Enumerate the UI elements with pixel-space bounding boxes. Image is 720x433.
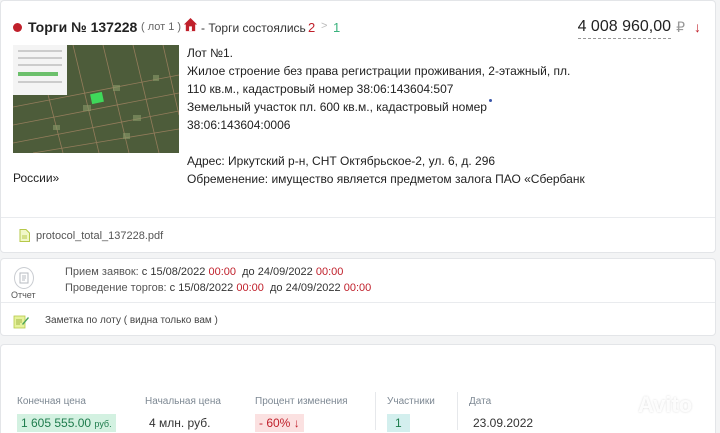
final-price-value: 1 605 555.00 руб. bbox=[17, 414, 116, 432]
report-icon[interactable] bbox=[14, 267, 34, 289]
row-label: Прием заявок: bbox=[65, 266, 139, 278]
date-value: до 24/09/2022 bbox=[242, 266, 313, 278]
protocol-file-link[interactable]: protocol_total_137228.pdf bbox=[19, 229, 163, 242]
row-label: Проведение торгов: bbox=[65, 282, 167, 294]
time-value: 00:00 bbox=[315, 266, 344, 278]
change-percent-stat: Процент изменения - 60% ↓ bbox=[255, 396, 348, 432]
desc-line: 38:06:143604:0006 bbox=[187, 118, 291, 132]
document-icon bbox=[19, 229, 30, 242]
desc-address: Адрес: Иркутский р-н, СНТ Октябрьское-2,… bbox=[187, 154, 496, 168]
lot-card: Торги № 137228 ( лот 1 ) - Торги состоял… bbox=[0, 0, 716, 253]
date-value: с 15/08/2022 bbox=[141, 266, 206, 278]
date-value: до 24/09/2022 bbox=[270, 282, 341, 294]
currency-symbol: ₽ bbox=[676, 19, 685, 35]
desc-line: России» bbox=[13, 171, 60, 185]
count-before: 2 bbox=[308, 20, 316, 35]
applications-row: Прием заявок: с 15/08/2022 00:00 до 24/0… bbox=[65, 266, 343, 278]
change-arrow-icon: ↓ bbox=[293, 416, 300, 430]
lot-header: Торги № 137228 ( лот 1 ) - Торги состоял… bbox=[13, 16, 701, 39]
stat-label: Конечная цена bbox=[17, 396, 86, 407]
stat-label: Начальная цена bbox=[145, 396, 221, 407]
desc-line: Жилое строение без права регистрации про… bbox=[187, 64, 571, 78]
report-label[interactable]: Отчет bbox=[11, 290, 36, 300]
lot-map-image[interactable] bbox=[13, 45, 179, 153]
date-stat: Дата 23.09.2022 bbox=[469, 396, 537, 432]
schedule-card: Отчет Прием заявок: с 15/08/2022 00:00 д… bbox=[0, 258, 716, 336]
stat-label: Участники bbox=[387, 396, 435, 407]
report-doc-icon bbox=[19, 272, 29, 284]
start-price-stat: Начальная цена 4 млн. руб. bbox=[145, 396, 221, 432]
desc-line: 110 кв.м., кадастровый номер 38:06:14360… bbox=[187, 82, 454, 96]
lot-note-field[interactable]: Заметка по лоту ( видна только вам ) bbox=[45, 315, 218, 326]
desc-line: Земельный участок пл. 600 кв.м., кадастр… bbox=[187, 100, 487, 114]
desc-encumbrance: Обременение: имущество является предмето… bbox=[187, 172, 585, 186]
time-value: 00:00 bbox=[208, 266, 237, 278]
status-dot-icon bbox=[13, 23, 22, 32]
participants-value[interactable]: 1 bbox=[387, 414, 410, 432]
change-percent-value: - 60% ↓ bbox=[255, 414, 304, 432]
lot-description: Лот №1. Жилое строение без права регистр… bbox=[187, 44, 587, 188]
file-name[interactable]: protocol_total_137228.pdf bbox=[36, 230, 163, 242]
count-separator: > bbox=[321, 20, 328, 32]
desc-line: Лот №1. bbox=[187, 46, 233, 60]
stats-card: Конечная цена 1 605 555.00 руб. Начальна… bbox=[0, 344, 716, 433]
time-value: 00:00 bbox=[236, 282, 264, 294]
avito-watermark: Avito bbox=[638, 392, 693, 417]
start-price-value: 4 млн. руб. bbox=[149, 416, 211, 430]
home-icon[interactable] bbox=[183, 17, 198, 32]
date-value: 23.09.2022 bbox=[473, 416, 534, 430]
final-price-number: 1 605 555.00 bbox=[21, 416, 92, 430]
bullet-dot-icon bbox=[489, 99, 492, 102]
final-price-unit: руб. bbox=[94, 419, 112, 429]
time-value: 00:00 bbox=[343, 282, 372, 294]
lot-price[interactable]: 4 008 960,00 bbox=[577, 18, 671, 39]
auction-row: Проведение торгов: с 15/08/2022 00:00 до… bbox=[65, 282, 371, 294]
participants-stat: Участники 1 bbox=[387, 396, 435, 432]
count-after: 1 bbox=[333, 20, 341, 35]
auction-status: - Торги состоялись bbox=[201, 21, 306, 35]
price-down-arrow-icon: ↓ bbox=[694, 19, 701, 35]
stat-label: Дата bbox=[469, 396, 492, 407]
avito-logo-icon bbox=[613, 400, 633, 419]
auction-title[interactable]: Торги № 137228 bbox=[28, 19, 137, 35]
final-price-stat: Конечная цена 1 605 555.00 руб. bbox=[17, 396, 116, 432]
map-info-panel bbox=[13, 45, 67, 95]
lot-badge: ( лот 1 ) bbox=[141, 21, 182, 33]
stat-label: Процент изменения bbox=[255, 396, 348, 407]
note-edit-icon[interactable] bbox=[13, 313, 29, 329]
change-number: - 60% bbox=[259, 416, 291, 430]
date-value: с 15/08/2022 bbox=[169, 282, 234, 294]
